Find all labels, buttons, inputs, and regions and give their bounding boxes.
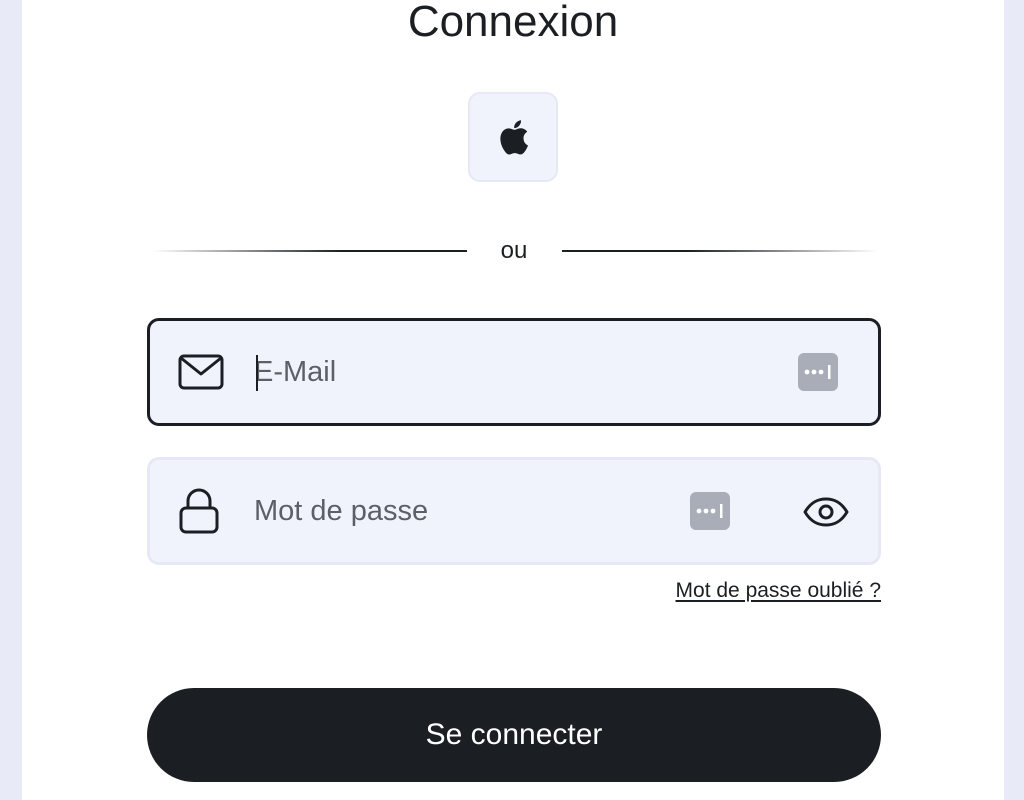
email-input[interactable] (254, 350, 674, 394)
divider-text: ou (500, 237, 528, 264)
show-password-button[interactable] (802, 488, 850, 536)
apple-sign-in-button[interactable] (468, 92, 558, 182)
forgot-password-link[interactable]: Mot de passe oublié ? (676, 577, 881, 605)
divider-line-left (152, 250, 467, 252)
apple-logo-icon (497, 118, 529, 156)
page-title: Connexion (407, 0, 619, 46)
text-caret (256, 355, 258, 391)
password-manager-icon[interactable] (690, 492, 730, 530)
divider-line-right (562, 250, 877, 252)
password-input[interactable] (254, 489, 674, 533)
lock-icon (178, 488, 220, 534)
eye-icon (803, 497, 849, 527)
email-field[interactable] (147, 318, 881, 426)
password-manager-icon[interactable] (798, 353, 838, 391)
login-card: Connexion ou E-Mail Mot de passe oublié … (22, 0, 1004, 800)
sign-in-button[interactable]: Se connecter (147, 688, 881, 782)
password-field[interactable] (147, 457, 881, 565)
envelope-icon (178, 354, 224, 390)
